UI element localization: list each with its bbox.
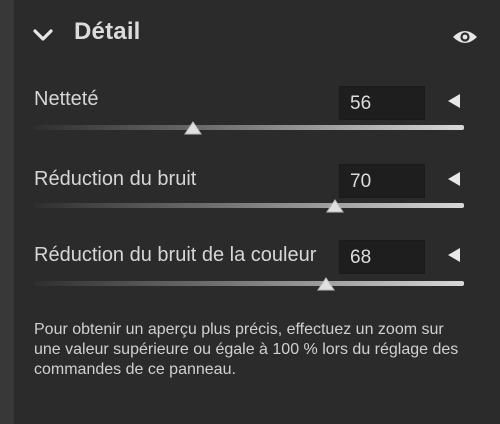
preview-hint-text: Pour obtenir un aperçu plus précis, effe… [34, 321, 459, 378]
reset-arrow-icon[interactable] [446, 171, 462, 187]
color-noise-reduction-label: Réduction du bruit de la couleur [34, 244, 317, 266]
sharpness-value-field[interactable]: 56 [339, 86, 425, 120]
color-noise-reduction-value-field[interactable]: 68 [339, 240, 425, 274]
app-background: Détail Netteté 56 Réduction du bruit 70 … [0, 0, 500, 424]
noise-reduction-value-field[interactable]: 70 [339, 164, 425, 198]
detail-panel: Détail Netteté 56 Réduction du bruit 70 … [14, 0, 500, 424]
color-noise-reduction-value: 68 [350, 247, 372, 268]
noise-reduction-label: Réduction du bruit [34, 168, 197, 190]
reset-arrow-icon[interactable] [446, 247, 462, 263]
panel-header[interactable]: Détail [14, 0, 500, 68]
noise-reduction-value: 70 [350, 171, 372, 192]
noise-reduction-slider-thumb[interactable] [326, 199, 344, 213]
sharpness-slider-thumb[interactable] [184, 121, 203, 135]
sharpness-value: 56 [350, 93, 372, 114]
eye-icon[interactable] [452, 27, 478, 47]
chevron-down-icon[interactable] [32, 24, 54, 46]
sharpness-slider-track[interactable] [34, 125, 464, 130]
color-noise-reduction-slider-thumb[interactable] [317, 277, 336, 291]
sharpness-label: Netteté [34, 88, 99, 110]
reset-arrow-icon[interactable] [446, 93, 462, 109]
noise-reduction-slider-track[interactable] [34, 203, 464, 208]
color-noise-reduction-slider-track[interactable] [34, 281, 464, 286]
panel-title: Détail [74, 18, 141, 45]
